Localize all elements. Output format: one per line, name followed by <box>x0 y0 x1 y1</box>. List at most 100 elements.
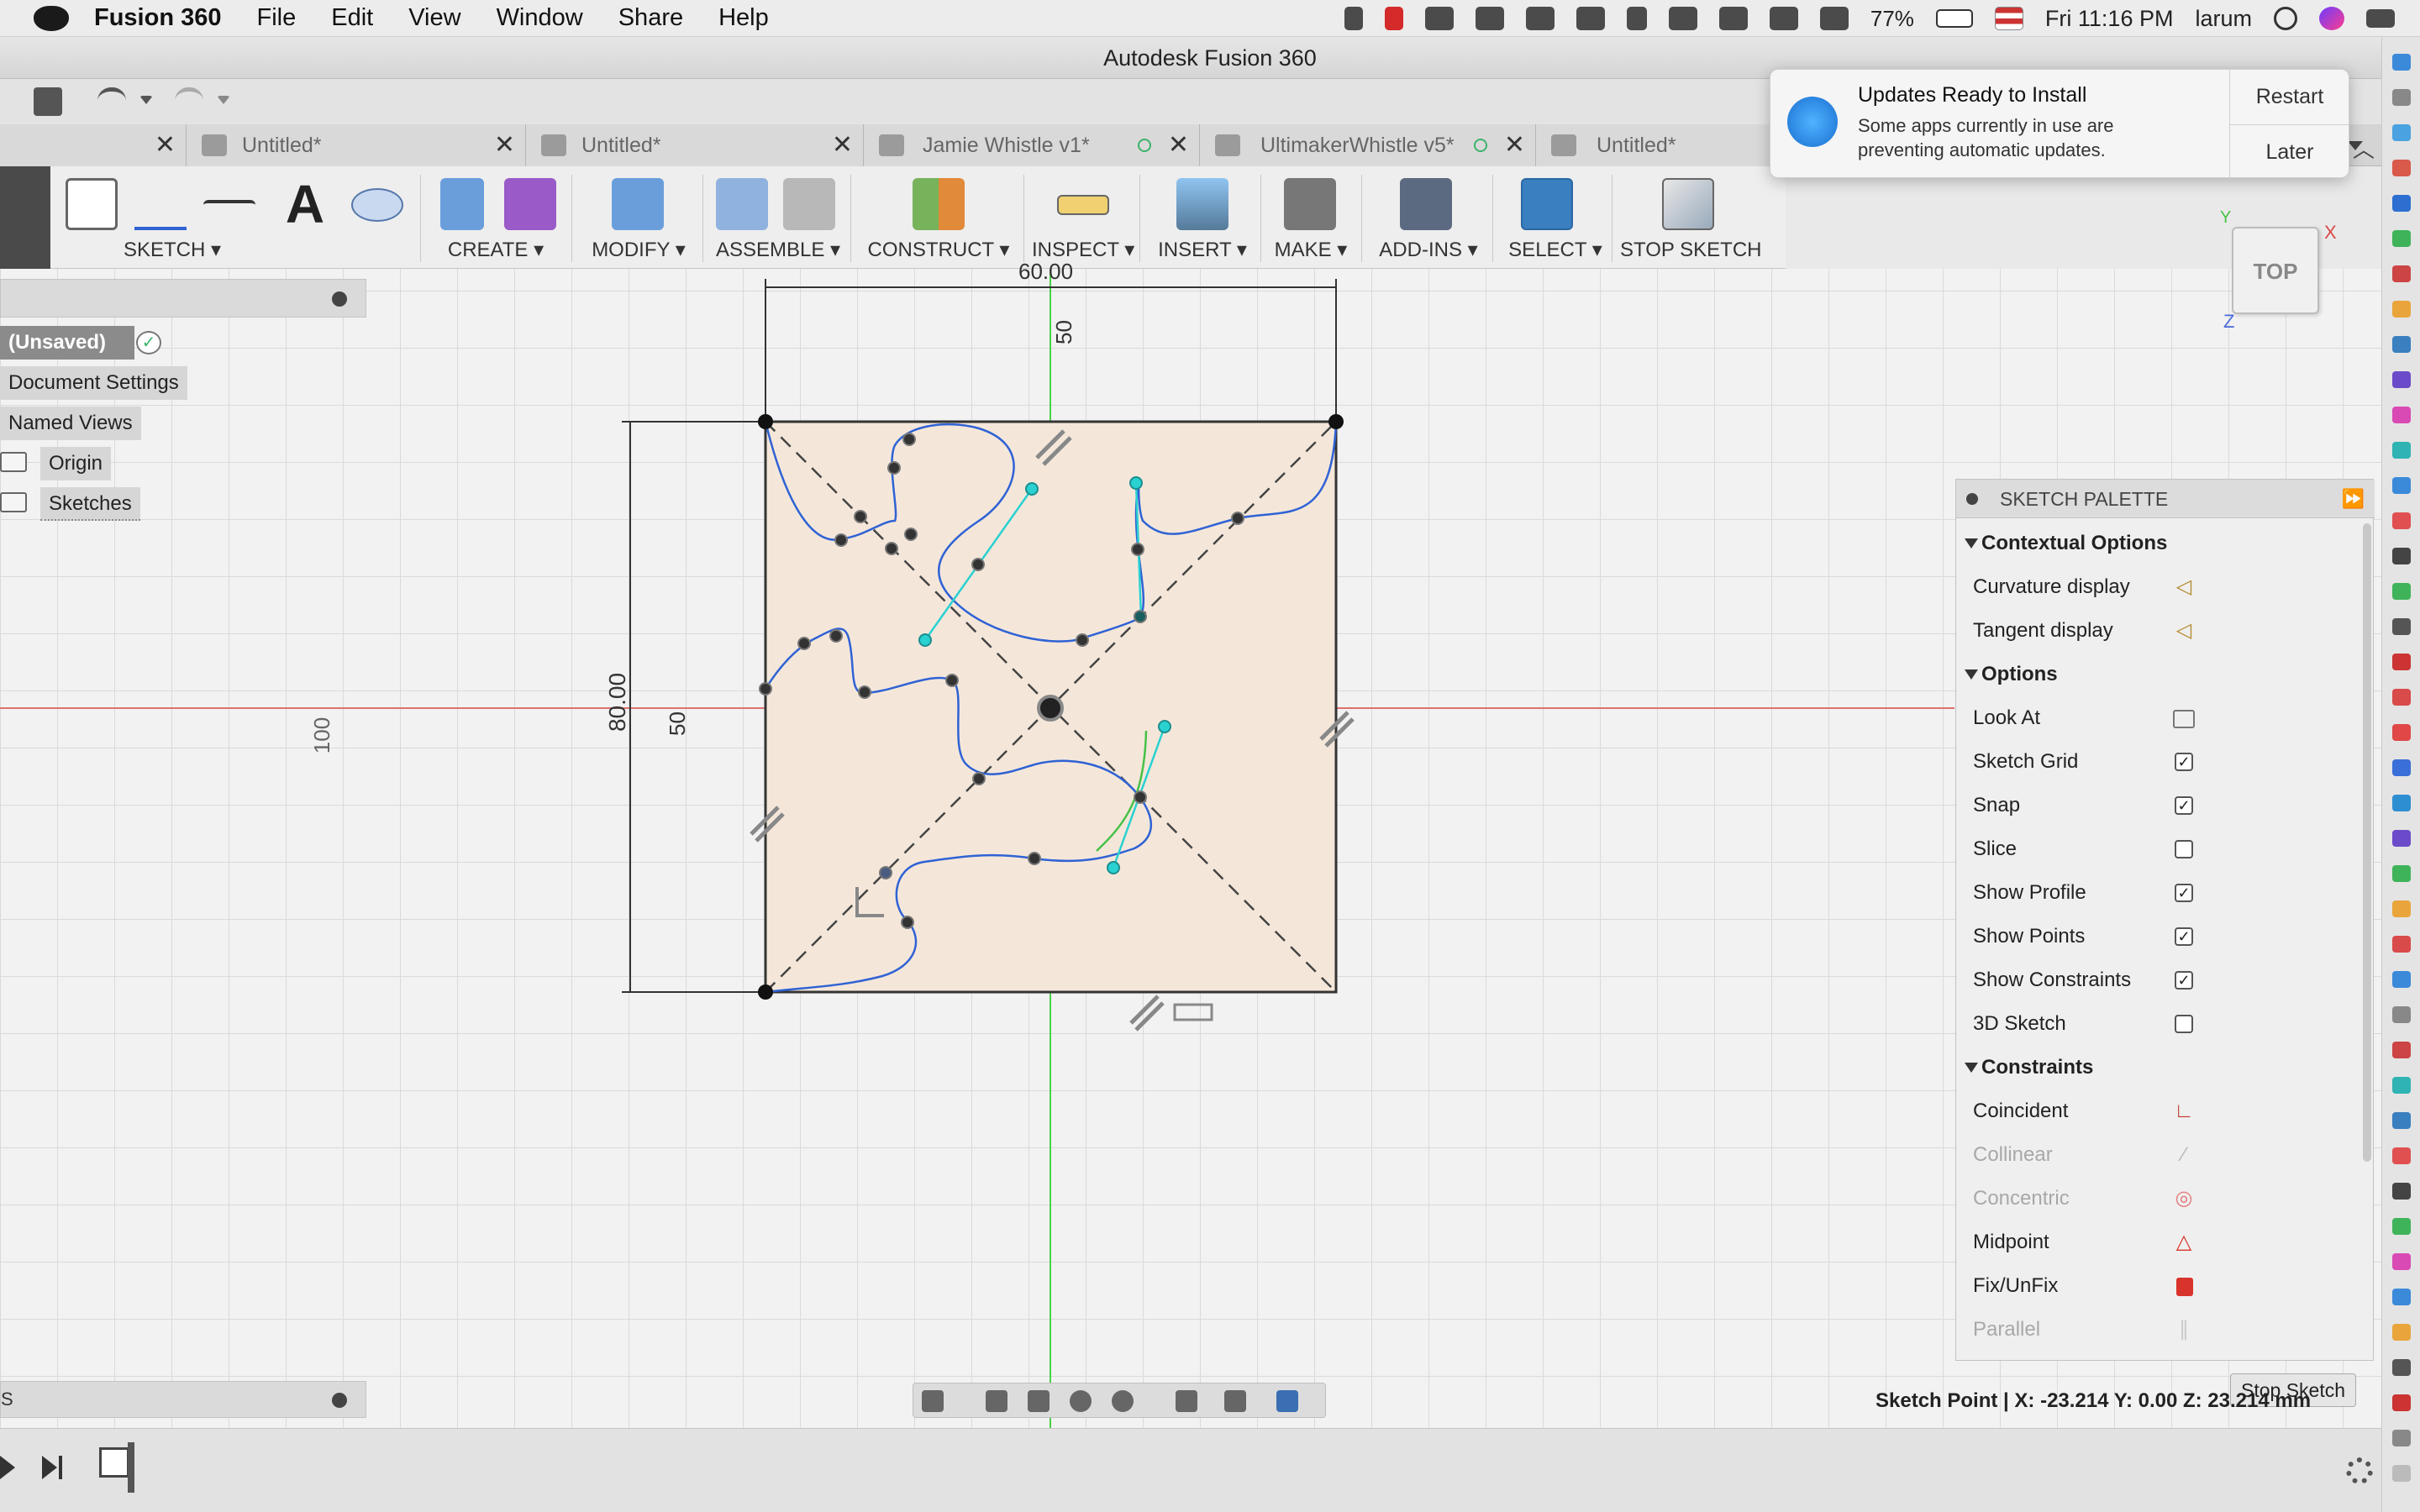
lock-icon[interactable] <box>2176 1278 2193 1296</box>
dock-app-icon[interactable] <box>2392 830 2411 847</box>
dock-app-icon[interactable] <box>2392 1465 2411 1482</box>
section-options[interactable]: Options <box>1956 653 2351 696</box>
dock-app-icon[interactable] <box>2392 1289 2411 1305</box>
menu-edit[interactable]: Edit <box>331 4 373 32</box>
option-tangent-display[interactable]: Tangent display ◁ <box>1956 609 2351 653</box>
construct-menu[interactable]: CONSTRUCT ▾ <box>859 238 1018 262</box>
dimension-width-text[interactable]: 60.00 <box>1018 259 1073 285</box>
show-constraints-checkbox[interactable]: ✓ <box>2175 971 2193 990</box>
menu-help[interactable]: Help <box>718 4 769 32</box>
create-sketch-icon[interactable] <box>66 178 118 230</box>
dock-app-icon[interactable] <box>2392 654 2411 670</box>
dock-app-icon[interactable] <box>2392 618 2411 635</box>
dock-app-icon[interactable] <box>2392 583 2411 600</box>
option-sketch-grid[interactable]: Sketch Grid ✓ <box>1956 740 2351 784</box>
dock-app-icon[interactable] <box>2392 1042 2411 1058</box>
sketch-dimension-icon[interactable] <box>203 200 255 225</box>
browser-item-sketches[interactable]: Sketches <box>40 487 140 521</box>
input-source-flag-icon[interactable] <box>1994 7 2023 30</box>
project-icon[interactable] <box>351 188 403 222</box>
measure-icon[interactable] <box>1057 195 1109 215</box>
offset-plane-icon[interactable] <box>913 178 965 230</box>
spotlight-icon[interactable] <box>2274 7 2297 30</box>
dimension-top-50-text[interactable]: 50 <box>1051 320 1077 344</box>
battery-bar-icon[interactable] <box>1525 7 1555 30</box>
dock-app-icon[interactable] <box>2392 1430 2411 1446</box>
3d-print-icon[interactable] <box>1284 178 1336 230</box>
undo-dropdown-icon[interactable] <box>139 96 153 104</box>
option-curvature-display[interactable]: Curvature display ◁ <box>1956 565 2351 609</box>
joint-icon[interactable] <box>783 178 835 230</box>
battery-percent[interactable]: 77% <box>1870 6 1914 32</box>
dock-app-icon[interactable] <box>2392 371 2411 388</box>
dock-app-icon[interactable] <box>2392 689 2411 706</box>
add-ins-menu[interactable]: ADD-INS ▾ <box>1370 238 1487 262</box>
create-menu[interactable]: CREATE ▾ <box>429 238 563 262</box>
media-icon[interactable] <box>1576 7 1605 30</box>
dock-app-icon[interactable] <box>2392 124 2411 141</box>
assemble-menu[interactable]: ASSEMBLE ▾ <box>711 238 845 262</box>
3d-sketch-checkbox[interactable] <box>2175 1015 2193 1033</box>
select-icon[interactable] <box>1521 178 1573 230</box>
menu-view[interactable]: View <box>408 4 460 32</box>
palette-collapse-icon[interactable] <box>1966 493 1978 505</box>
timeline-sketch-feature-icon[interactable] <box>99 1447 129 1478</box>
tangent-icon[interactable]: ◁ <box>2170 619 2198 643</box>
dock-app-icon[interactable] <box>2392 477 2411 494</box>
siri-icon[interactable] <box>2319 7 2344 30</box>
constraint-collinear[interactable]: Collinear ⁄ <box>1956 1133 2351 1177</box>
dock-app-icon[interactable] <box>2392 195 2411 212</box>
option-slice[interactable]: Slice <box>1956 827 2351 871</box>
dock-app-icon[interactable] <box>2392 512 2411 529</box>
dock-app-icon[interactable] <box>2392 865 2411 882</box>
option-look-at[interactable]: Look At <box>1956 696 2351 740</box>
option-3d-sketch[interactable]: 3D Sketch <box>1956 1002 2351 1046</box>
form-icon[interactable] <box>504 178 556 230</box>
sketch-menu[interactable]: SKETCH ▾ <box>0 238 403 262</box>
option-show-points[interactable]: Show Points ✓ <box>1956 915 2351 958</box>
time-machine-icon[interactable] <box>1718 7 1748 30</box>
later-button[interactable]: Later <box>2230 124 2349 179</box>
show-points-checkbox[interactable]: ✓ <box>2175 927 2193 946</box>
undo-icon[interactable] <box>97 87 126 116</box>
dock-app-icon[interactable] <box>2392 795 2411 811</box>
dock-app-icon[interactable] <box>2392 230 2411 247</box>
recording-icon[interactable] <box>1384 7 1403 30</box>
collinear-icon[interactable]: ⁄ <box>2170 1143 2198 1167</box>
close-icon[interactable]: ✕ <box>832 124 853 166</box>
dock-app-icon[interactable] <box>2392 1218 2411 1235</box>
modify-menu[interactable]: MODIFY ▾ <box>580 238 697 262</box>
dock-app-icon[interactable] <box>2392 301 2411 318</box>
dock-app-icon[interactable] <box>2392 1112 2411 1129</box>
close-icon[interactable]: ✕ <box>1504 124 1525 166</box>
dock-app-icon[interactable] <box>2392 89 2411 106</box>
tab-untitled-2[interactable]: Untitled* ✕ <box>526 124 864 166</box>
dock-app-icon[interactable] <box>2392 1147 2411 1164</box>
browser-item-origin[interactable]: Origin <box>40 447 112 480</box>
dock-app-icon[interactable] <box>2392 1077 2411 1094</box>
dock-app-icon[interactable] <box>2392 900 2411 917</box>
battery-icon[interactable] <box>1935 9 1973 28</box>
notification-center-icon[interactable] <box>2366 9 2395 28</box>
section-contextual-options[interactable]: Contextual Options <box>1956 522 2351 565</box>
menu-share[interactable]: Share <box>618 4 683 32</box>
stop-sketch-button[interactable]: STOP SKETCH <box>1620 239 1762 262</box>
dock-app-icon[interactable] <box>2392 1359 2411 1376</box>
dock-app-icon[interactable] <box>2392 1253 2411 1270</box>
slice-checkbox[interactable] <box>2175 840 2193 858</box>
dock-app-icon[interactable] <box>2392 160 2411 176</box>
tab-jamie-whistle[interactable]: Jamie Whistle v1* ✕ <box>864 124 1200 166</box>
section-constraints[interactable]: Constraints <box>1956 1046 2351 1089</box>
option-show-profile[interactable]: Show Profile ✓ <box>1956 871 2351 915</box>
dock-app-icon[interactable] <box>2392 1006 2411 1023</box>
insert-menu[interactable]: INSERT ▾ <box>1148 238 1257 262</box>
make-menu[interactable]: MAKE ▾ <box>1269 238 1353 262</box>
constraint-parallel[interactable]: Parallel ∥ <box>1956 1308 2351 1352</box>
dock-app-icon[interactable] <box>2392 724 2411 741</box>
stop-sketch-icon[interactable] <box>1662 178 1714 230</box>
browser-item-document-settings[interactable]: Document Settings <box>0 366 187 400</box>
midpoint-icon[interactable]: △ <box>2170 1231 2198 1254</box>
dock-app-icon[interactable] <box>2392 971 2411 988</box>
option-snap[interactable]: Snap ✓ <box>1956 784 2351 827</box>
document-node[interactable]: (Unsaved) <box>0 326 134 360</box>
